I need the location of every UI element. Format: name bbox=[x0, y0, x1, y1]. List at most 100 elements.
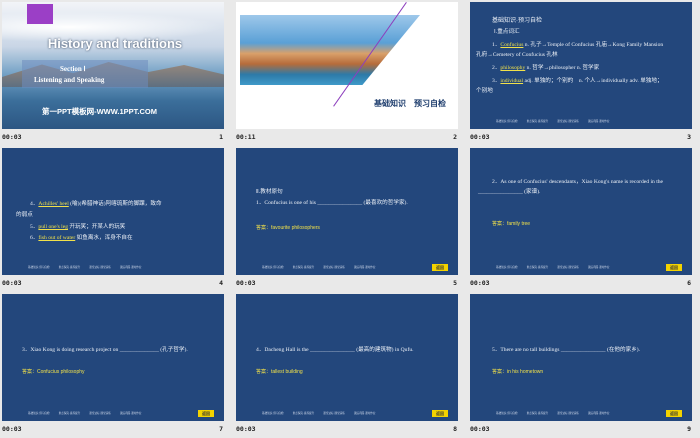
slide-thumb-2[interactable]: 基础知识 预习自检 00:11 2 bbox=[234, 0, 460, 146]
slide-thumb-9[interactable]: 5．There are no tall buildings __________… bbox=[468, 292, 694, 438]
nav-link[interactable]: 重点探究·素养提升 bbox=[59, 412, 81, 415]
slide-3-heading: 基础知识·预习自检 bbox=[492, 18, 542, 24]
slide-number: 6 bbox=[687, 279, 691, 287]
nav-link[interactable]: 课后巩固·课时作业 bbox=[588, 120, 610, 123]
question-text: 2．As one of Confucius' descendants，Xiao … bbox=[492, 179, 664, 185]
question-text: 1．Confucius is one of his ______________… bbox=[256, 200, 408, 206]
nav-link[interactable]: 重点探究·素养提升 bbox=[59, 266, 81, 269]
nav-link[interactable]: 课堂达标·随堂演练 bbox=[557, 412, 579, 415]
slide-footer: 00:11 2 bbox=[234, 130, 460, 144]
slide-footer: 00:03 1 bbox=[0, 130, 226, 144]
nav-link[interactable]: 课堂达标·随堂演练 bbox=[323, 266, 345, 269]
slide-number: 1 bbox=[219, 133, 223, 141]
slide-number: 4 bbox=[219, 279, 223, 287]
nav-link[interactable]: 课堂达标·随堂演练 bbox=[557, 266, 579, 269]
slide-thumb-8[interactable]: 4．Dacheng Hall is the ________________ (… bbox=[234, 292, 460, 438]
nav-link[interactable]: 课后巩固·课时作业 bbox=[354, 412, 376, 415]
duration-label: 00:03 bbox=[470, 279, 490, 287]
slide-thumb-5[interactable]: Ⅱ.教材原句 1．Confucius is one of his _______… bbox=[234, 146, 460, 292]
slide-nav: 基础知识·预习自检 重点探究·素养提升 课堂达标·随堂演练 课后巩固·课时作业 bbox=[262, 411, 385, 415]
slide-footer: 00:03 5 bbox=[234, 276, 460, 290]
nav-link[interactable]: 基础知识·预习自检 bbox=[496, 266, 518, 269]
slide-6-canvas: 2．As one of Confucius' descendants，Xiao … bbox=[470, 148, 692, 275]
phrase-word: Achilles' heel bbox=[38, 201, 69, 207]
watermark-text: 第一PPT模板网-WWW.1PPT.COM bbox=[42, 107, 157, 116]
answer-text: 答案：tallest building bbox=[256, 369, 303, 375]
slide-9-canvas: 5．There are no tall buildings __________… bbox=[470, 294, 692, 421]
nav-link[interactable]: 基础知识·预习自检 bbox=[496, 412, 518, 415]
vocab-line-1: 1．Confucius n. 孔子→Temple of Confucius 孔庙… bbox=[492, 42, 664, 48]
return-button[interactable]: 返回 bbox=[666, 410, 682, 417]
return-button[interactable]: 返回 bbox=[432, 410, 448, 417]
nav-link[interactable]: 基础知识·预习自检 bbox=[496, 120, 518, 123]
duration-label: 00:03 bbox=[236, 279, 256, 287]
duration-label: 00:03 bbox=[2, 425, 22, 433]
slide-footer: 00:03 7 bbox=[0, 422, 226, 436]
slide-1-title: History and traditions bbox=[47, 36, 183, 51]
vocab-line-2: 2．philosophy n. 哲学→philosopher n. 哲学家 bbox=[492, 65, 600, 71]
phrase-word: fish out of water bbox=[38, 235, 76, 241]
answer-text: 答案：family tree bbox=[492, 221, 531, 227]
nav-link[interactable]: 课后巩固·课时作业 bbox=[588, 412, 610, 415]
slide-footer: 00:03 9 bbox=[468, 422, 694, 436]
slide-2-caption: 基础知识 预习自检 bbox=[374, 99, 446, 108]
question-text: 5．There are no tall buildings __________… bbox=[492, 347, 641, 353]
phrase-line-4: 4．Achilles' heel (喻)(希腊神话)阿喀琉斯的脚踝，致命 bbox=[30, 201, 162, 207]
slide-5-sub: Ⅱ.教材原句 bbox=[256, 189, 283, 195]
duration-label: 00:03 bbox=[236, 425, 256, 433]
nav-link[interactable]: 课后巩固·课时作业 bbox=[120, 412, 142, 415]
slide-nav: 基础知识·预习自检 重点探究·素养提升 课堂达标·随堂演练 课后巩固·课时作业 bbox=[262, 265, 385, 269]
nav-link[interactable]: 课堂达标·随堂演练 bbox=[323, 412, 345, 415]
slide-nav: 基础知识·预习自检 重点探究·素养提升 课堂达标·随堂演练 课后巩固·课时作业 bbox=[28, 411, 151, 415]
vocab-word: philosophy bbox=[500, 65, 526, 71]
vocab-word: individual bbox=[500, 78, 524, 84]
slide-1-section: Section Ⅰ bbox=[60, 65, 86, 73]
nav-link[interactable]: 课堂达标·随堂演练 bbox=[89, 266, 111, 269]
nav-link[interactable]: 基础知识·预习自检 bbox=[262, 412, 284, 415]
duration-label: 00:03 bbox=[470, 425, 490, 433]
slide-thumb-7[interactable]: 3．Xiao Kong is doing research project on… bbox=[0, 292, 226, 438]
slide-footer: 00:03 8 bbox=[234, 422, 460, 436]
return-button[interactable]: 返回 bbox=[198, 410, 214, 417]
duration-label: 00:03 bbox=[2, 133, 22, 141]
duration-label: 00:03 bbox=[2, 279, 22, 287]
duration-label: 00:03 bbox=[470, 133, 490, 141]
nav-link[interactable]: 基础知识·预习自检 bbox=[262, 266, 284, 269]
slide-number: 7 bbox=[219, 425, 223, 433]
nav-link[interactable]: 课后巩固·课时作业 bbox=[588, 266, 610, 269]
nav-link[interactable]: 重点探究·素养提升 bbox=[527, 266, 549, 269]
slide-thumb-4[interactable]: 4．Achilles' heel (喻)(希腊神话)阿喀琉斯的脚踝，致命 的弱点… bbox=[0, 146, 226, 292]
nav-link[interactable]: 基础知识·预习自检 bbox=[28, 412, 50, 415]
nav-link[interactable]: 课堂达标·随堂演练 bbox=[89, 412, 111, 415]
slide-thumb-6[interactable]: 2．As one of Confucius' descendants，Xiao … bbox=[468, 146, 694, 292]
nav-link[interactable]: 重点探究·素养提升 bbox=[527, 120, 549, 123]
slide-footer: 00:03 3 bbox=[468, 130, 694, 144]
return-button[interactable]: 返回 bbox=[666, 264, 682, 271]
vocab-line-1-cont: 孔府→Cemetery of Confucius 孔林 bbox=[476, 52, 558, 58]
nav-link[interactable]: 基础知识·预习自检 bbox=[28, 266, 50, 269]
nav-link[interactable]: 课后巩固·课时作业 bbox=[354, 266, 376, 269]
nav-link[interactable]: 重点探究·素养提升 bbox=[293, 266, 315, 269]
vocab-word: Confucius bbox=[500, 42, 524, 48]
slide-thumb-3[interactable]: 基础知识·预习自检 Ⅰ.重点词汇 1．Confucius n. 孔子→Templ… bbox=[468, 0, 694, 146]
nav-link[interactable]: 重点探究·素养提升 bbox=[527, 412, 549, 415]
nav-link[interactable]: 重点探究·素养提升 bbox=[293, 412, 315, 415]
question-text-cont: ________________ (家谱). bbox=[478, 189, 541, 195]
nav-link[interactable]: 课堂达标·随堂演练 bbox=[557, 120, 579, 123]
slide-1-canvas: History and traditions Section Ⅰ Listeni… bbox=[2, 2, 224, 129]
duration-label: 00:11 bbox=[236, 133, 256, 141]
slide-number: 9 bbox=[687, 425, 691, 433]
slide-1-subtitle: Listening and Speaking bbox=[34, 76, 105, 84]
nav-link[interactable]: 课后巩固·课时作业 bbox=[120, 266, 142, 269]
phrase-line-5: 5．pull one's leg 开玩笑；开某人的玩笑 bbox=[30, 224, 126, 230]
slide-thumb-1[interactable]: History and traditions Section Ⅰ Listeni… bbox=[0, 0, 226, 146]
slide-2-canvas: 基础知识 预习自检 bbox=[236, 2, 458, 129]
slide-number: 2 bbox=[453, 133, 457, 141]
slide-4-canvas: 4．Achilles' heel (喻)(希腊神话)阿喀琉斯的脚踝，致命 的弱点… bbox=[2, 148, 224, 275]
question-text: 3．Xiao Kong is doing research project on… bbox=[22, 347, 188, 353]
return-button[interactable]: 返回 bbox=[432, 264, 448, 271]
venice-photo bbox=[240, 15, 420, 85]
slide-footer: 00:03 6 bbox=[468, 276, 694, 290]
vocab-line-3: 3．individual adj. 单独的；个别的 n. 个人→individu… bbox=[492, 78, 663, 84]
slide-nav: 基础知识·预习自检 重点探究·素养提升 课堂达标·随堂演练 课后巩固·课时作业 bbox=[28, 265, 151, 269]
